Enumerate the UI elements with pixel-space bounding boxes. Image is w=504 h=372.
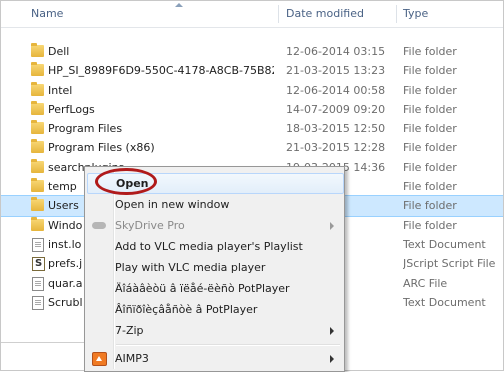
menu-item-label: AIMP3 <box>115 352 149 365</box>
folder-icon <box>31 197 44 212</box>
submenu-arrow-icon <box>330 355 334 363</box>
submenu-arrow-icon <box>330 327 334 335</box>
file-name: Program Files <box>48 122 123 136</box>
folder-icon <box>31 178 44 193</box>
file-row[interactable]: Dell 12-06-2014 03:15 File folder <box>1 42 503 61</box>
column-header-bar: Name Date modified Type <box>1 1 503 28</box>
file-date-modified: 18-03-2015 12:50 <box>286 122 386 136</box>
file-date-modified: 21-03-2015 12:28 <box>286 141 386 155</box>
file-name: PerfLogs <box>48 102 95 116</box>
folder-icon <box>31 158 44 173</box>
script-file-icon <box>32 254 45 273</box>
folder-icon <box>31 81 44 96</box>
text-file-icon <box>32 237 44 252</box>
file-type: File folder <box>403 218 457 232</box>
menu-item-potplayer-add[interactable]: Äîáàâèòü â ïëåé-ëèñò PotPlayer <box>87 278 342 299</box>
menu-item-label: Äîáàâèòü â ïëåé-ëèñò PotPlayer <box>115 282 290 295</box>
file-row[interactable]: Program Files (x86) 21-03-2015 12:28 File … <box>1 138 503 157</box>
column-divider[interactable] <box>278 5 279 23</box>
folder-icon <box>31 43 44 57</box>
file-date-modified: 12-06-2014 00:58 <box>286 83 386 97</box>
file-type: JScript Script File <box>403 257 496 271</box>
file-row[interactable]: Program Files 18-03-2015 12:50 File folder <box>1 119 503 138</box>
context-menu: Open Open in new window SkyDrive Pro Add… <box>84 166 345 372</box>
highlight-circle-annotation <box>95 168 157 195</box>
cloud-icon <box>92 222 106 229</box>
sort-ascending-icon <box>175 3 183 7</box>
menu-item-aimp3[interactable]: AIMP3 <box>87 348 342 369</box>
file-date-modified: 14-07-2009 09:20 <box>286 102 386 116</box>
file-type: Text Document <box>403 295 486 309</box>
column-header-name[interactable]: Name <box>31 1 63 27</box>
folder-icon <box>31 139 44 154</box>
folder-icon <box>31 216 44 231</box>
submenu-arrow-icon <box>330 222 334 230</box>
file-type: File folder <box>403 102 457 116</box>
file-type: File folder <box>403 180 457 194</box>
menu-item-label: Add to VLC media player's Playlist <box>115 240 303 253</box>
file-name: Intel <box>48 83 73 97</box>
menu-item-vlc-play[interactable]: Play with VLC media player <box>87 257 342 278</box>
file-type: File folder <box>403 64 457 78</box>
file-name: Program Files (x86) <box>48 141 155 155</box>
column-divider[interactable] <box>396 5 397 23</box>
menu-item-label: Âîñïðîèçâåñòè â PotPlayer <box>115 303 258 316</box>
column-header-date[interactable]: Date modified <box>286 1 364 27</box>
column-header-type[interactable]: Type <box>403 1 428 27</box>
file-type: File folder <box>403 83 457 97</box>
file-type: ARC File <box>403 276 448 290</box>
aimp-icon <box>92 352 107 366</box>
file-type: Text Document <box>403 237 486 251</box>
file-type: File folder <box>403 141 457 155</box>
file-row[interactable]: PerfLogs 14-07-2009 09:20 File folder <box>1 100 503 119</box>
file-type: File folder <box>403 122 457 136</box>
menu-item-open-new-window[interactable]: Open in new window <box>87 194 342 215</box>
file-type: File folder <box>403 160 457 174</box>
folder-icon <box>31 62 44 77</box>
file-name: Dell <box>48 45 70 58</box>
file-name: HP_SI_8989F6D9-550C-4178-A8CB-75B82... <box>48 64 274 78</box>
menu-separator <box>116 344 340 346</box>
folder-icon <box>31 100 44 115</box>
file-type: File folder <box>403 45 457 58</box>
menu-item-7zip[interactable]: 7-Zip <box>87 320 342 341</box>
divider <box>1 342 85 343</box>
text-file-icon <box>32 295 44 310</box>
file-row[interactable]: HP_SI_8989F6D9-550C-4178-A8CB-75B82... 21… <box>1 61 503 80</box>
menu-item-label: SkyDrive Pro <box>115 219 185 232</box>
menu-item-label: Open in new window <box>115 198 230 211</box>
menu-item-skydrive-pro[interactable]: SkyDrive Pro <box>87 215 342 236</box>
menu-item-label: Play with VLC media player <box>115 261 266 274</box>
file-icon <box>32 276 44 291</box>
menu-item-label: 7-Zip <box>115 324 144 337</box>
file-row[interactable]: Intel 12-06-2014 00:58 File folder <box>1 81 503 100</box>
file-date-modified: 12-06-2014 03:15 <box>286 45 386 58</box>
folder-icon <box>31 120 44 135</box>
menu-item-potplayer-play[interactable]: Âîñïðîèçâåñòè â PotPlayer <box>87 299 342 320</box>
file-type: File folder <box>403 199 457 213</box>
menu-item-vlc-add-playlist[interactable]: Add to VLC media player's Playlist <box>87 236 342 257</box>
file-date-modified: 21-03-2015 13:23 <box>286 64 386 78</box>
